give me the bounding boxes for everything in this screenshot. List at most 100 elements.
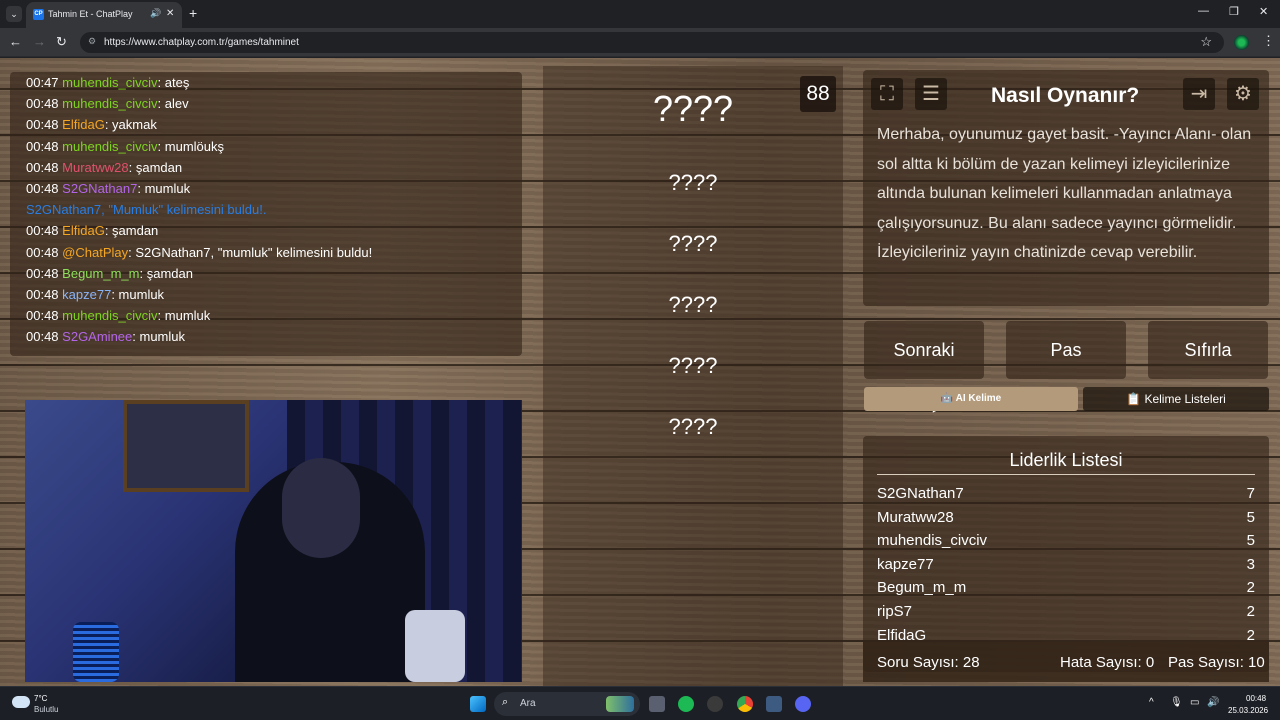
leaderboard-player: kapze77 [877, 555, 934, 573]
network-icon[interactable]: ▭ [1190, 697, 1199, 708]
leaderboard-score: 5 [1246, 508, 1255, 526]
bookmark-star-icon[interactable]: ☆ [1200, 34, 1212, 50]
chat-message: 00:48 @ChatPlay: S2GNathan7, "mumluk" ke… [26, 245, 372, 260]
chat-timestamp: 00:47 [26, 75, 59, 90]
chat-timestamp: 00:48 [26, 244, 59, 260]
close-tab-icon[interactable]: ✕ [166, 8, 174, 19]
list-icon: 📋 [1126, 392, 1145, 406]
leaderboard-title: Liderlik Listesi [1009, 450, 1123, 470]
question-count: Soru Sayısı: 28 [877, 654, 980, 671]
site-info-icon[interactable]: ⚙ [88, 36, 96, 47]
minimize-button[interactable]: — [1198, 5, 1209, 17]
chat-username: S2GNathan7 [62, 181, 138, 196]
tab-search-button[interactable]: ⌄ [6, 6, 22, 22]
spotify-icon[interactable] [678, 696, 694, 712]
volume-icon[interactable]: 🔊 [1207, 697, 1219, 708]
chat-username: muhendis_civciv [62, 308, 158, 324]
clock-date[interactable]: 25.03.2026 [1228, 706, 1268, 715]
leaderboard-row: S2GNathan7 7 [877, 485, 1255, 507]
microphone-icon[interactable]: 🎙 [1170, 697, 1183, 708]
profile-avatar[interactable] [1234, 35, 1249, 50]
chat-text: : alev [157, 96, 189, 112]
ai-word-button[interactable]: 🤖 AI Kelime [864, 387, 1078, 411]
chat-username: Begum_m_m [62, 265, 140, 281]
chat-message: 00:48 ElfidaG: yakmak [26, 117, 157, 132]
ai-word-label: AI Kelime [955, 393, 1002, 404]
video-wall-frame [123, 400, 249, 492]
word-lists-button[interactable]: 📋 Kelime Listeleri [1083, 387, 1269, 411]
leaderboard-row: ripS7 2 [877, 603, 1255, 625]
document-icon[interactable]: ☰ [915, 78, 947, 110]
chat-timestamp: 00:48 [26, 329, 59, 345]
chat-text: : şamdan [139, 265, 193, 281]
chat-panel: 00:47 muhendis_civciv: ateş 00:48 muhendi… [10, 72, 522, 356]
chat-username: kapze77 [62, 287, 112, 302]
chrome-icon[interactable] [737, 696, 753, 712]
stats-bar: Soru Sayısı: 28 Hata Sayısı: 0 Pas Sayıs… [863, 642, 1269, 682]
howto-title: Nasıl Oynanır? [991, 84, 1140, 107]
chat-username: ElfidaG [62, 223, 105, 239]
chat-message: 00:48 muhendis_civciv: mumlöukş [26, 139, 224, 154]
browser-tab[interactable]: CP Tahmin Et - ChatPlay 🔊 ✕ [26, 2, 182, 28]
gear-icon[interactable]: ⚙ [1227, 78, 1259, 110]
error-count: Hata Sayısı: 0 [1060, 654, 1155, 671]
chat-message: 00:48 S2GAminee: mumluk [26, 329, 185, 344]
chat-username: @ChatPlay [62, 244, 129, 260]
chat-text: : mumlöukş [157, 138, 225, 154]
start-icon[interactable] [470, 696, 486, 712]
video-streamer-head [282, 458, 360, 558]
webcam-video [25, 400, 522, 682]
close-window-button[interactable]: ✕ [1259, 5, 1268, 18]
back-icon[interactable]: ← [9, 34, 22, 49]
favicon-icon: CP [33, 9, 44, 20]
chat-text: : mumluk [111, 287, 165, 302]
search-input[interactable]: Ara [520, 698, 536, 709]
search-icon: ⌕ [502, 696, 509, 708]
chat-system-message: S2GNathan7, "Mumluk" kelimesini buldu!. [26, 202, 267, 218]
pass-button[interactable]: Pas [1006, 321, 1126, 379]
reload-icon[interactable]: ↻ [56, 34, 67, 50]
exit-icon[interactable]: ⇥ [1183, 78, 1215, 110]
chevron-up-icon[interactable]: ^ [1149, 697, 1154, 708]
leaderboard-score: 2 [1246, 579, 1255, 597]
restore-button[interactable]: ❐ [1229, 5, 1239, 18]
hidden-word: ???? [668, 231, 718, 256]
discord-icon[interactable] [795, 696, 811, 712]
url-text[interactable]: https://www.chatplay.com.tr/games/tahmin… [104, 37, 299, 48]
cloud-icon[interactable] [12, 696, 30, 708]
chat-text: : mumluk [157, 308, 211, 324]
chat-username: muhendis_civciv [62, 138, 158, 154]
weather-desc[interactable]: Bulutlu [34, 705, 58, 714]
app-icon[interactable] [766, 696, 782, 712]
leaderboard-row: muhendis_civciv 5 [877, 532, 1255, 554]
chat-timestamp: 00:48 [26, 223, 59, 239]
chat-message: 00:47 muhendis_civciv: ateş [26, 75, 189, 90]
browser-tabstrip: ⌄ CP Tahmin Et - ChatPlay 🔊 ✕ + — ❐ ✕ [0, 0, 1280, 28]
forward-icon[interactable]: → [33, 34, 46, 49]
task-view-icon[interactable] [649, 696, 665, 712]
chat-timestamp: 00:48 [26, 308, 59, 324]
chat-message: 00:48 ElfidaG: şamdan [26, 223, 158, 238]
new-tab-button[interactable]: + [189, 5, 197, 21]
chat-message: 00:48 S2GNathan7: mumluk [26, 181, 190, 196]
video-lamp [73, 622, 119, 682]
chat-username: muhendis_civciv [62, 75, 158, 90]
reset-button[interactable]: Sıfırla [1148, 321, 1268, 379]
hidden-word: ???? [668, 353, 718, 378]
weather-temp[interactable]: 7°C [34, 694, 47, 703]
chat-text: : şamdan [128, 159, 183, 175]
speaker-icon[interactable]: 🔊 [150, 8, 161, 19]
word-column: ???? ???? ???? ???? ???? ???? [543, 66, 843, 686]
leaderboard-score: 3 [1246, 555, 1255, 573]
obs-icon[interactable] [707, 696, 723, 712]
menu-kebab-icon[interactable]: ⋮ [1262, 33, 1275, 49]
clock-time[interactable]: 00:48 [1246, 694, 1266, 703]
game-page: 00:47 muhendis_civciv: ateş 00:48 muhendi… [0, 58, 1280, 686]
chat-timestamp: 00:48 [26, 138, 59, 154]
address-bar[interactable]: ⚙ https://www.chatplay.com.tr/games/tahm… [80, 32, 1224, 53]
next-button[interactable]: Sonraki [864, 321, 984, 379]
robot-icon: 🤖 [940, 393, 956, 404]
taskbar-search[interactable]: ⌕ Ara [494, 692, 640, 716]
fullscreen-icon[interactable]: ⛶ [871, 78, 903, 110]
chat-text: : ateş [157, 75, 190, 90]
